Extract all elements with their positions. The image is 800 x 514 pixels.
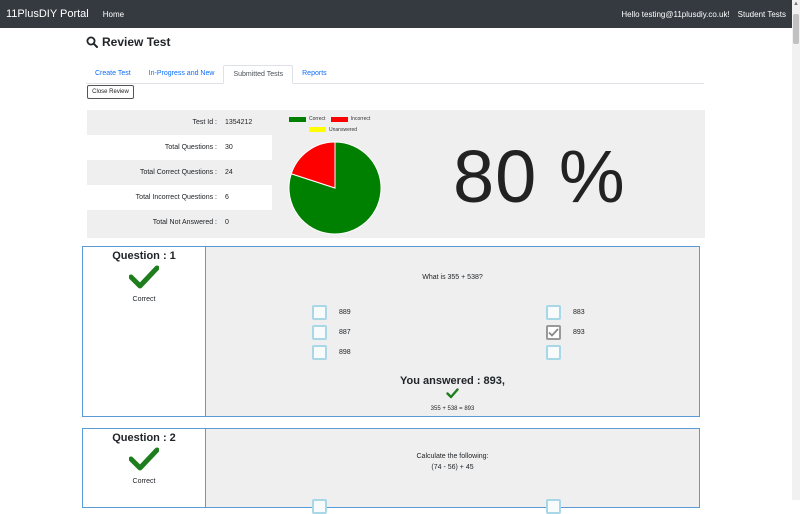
option-893[interactable]: 893 — [546, 325, 585, 340]
legend-swatch — [309, 127, 326, 132]
check-icon — [128, 265, 160, 289]
legend-swatch — [330, 116, 348, 122]
stat-value: 24 — [225, 169, 233, 176]
question-text: Calculate the following: — [416, 453, 489, 460]
tab-create-test[interactable]: Create Test — [86, 65, 140, 84]
question-status: Correct — [132, 296, 156, 303]
legend-swatch — [289, 116, 306, 122]
student-tests-link[interactable]: Student Tests — [738, 10, 786, 19]
question-body: What is 355 + 538? 889 887 898 883 893 Y… — [206, 247, 699, 416]
page-title-text: Review Test — [102, 35, 171, 49]
question-card-1: Question : 1 Correct What is 355 + 538? … — [82, 246, 700, 417]
stat-not-answered: Total Not Answered : 0 — [87, 210, 272, 235]
option-label: 893 — [573, 329, 585, 336]
legend-unanswered[interactable]: Unanswered — [309, 127, 357, 133]
vertical-scrollbar[interactable]: ▲ — [792, 0, 800, 500]
test-summary: Test Id : 1354212 Total Questions : 30 T… — [87, 110, 705, 238]
option-checkbox[interactable] — [546, 305, 561, 320]
score-percent: 80 % — [453, 135, 626, 218]
question-status-panel: Question : 1 Correct — [83, 247, 206, 416]
nav-home-link[interactable]: Home — [103, 10, 124, 19]
question-expression: (74 - 56) + 45 — [431, 464, 474, 471]
legend-label: Unanswered — [329, 126, 358, 133]
tab-in-progress[interactable]: In-Progress and New — [140, 65, 224, 84]
test-tabs: Create Test In-Progress and New Submitte… — [86, 65, 704, 84]
user-greeting-link[interactable]: Hello testing@11plusdiy.co.uk! — [621, 10, 729, 19]
stat-label: Total Correct Questions : — [139, 169, 217, 176]
option-empty[interactable] — [546, 345, 561, 360]
stat-total-questions: Total Questions : 30 — [87, 135, 272, 160]
score-pie-chart — [288, 141, 382, 235]
legend-incorrect[interactable]: Incorrect — [330, 116, 371, 122]
option-883[interactable]: 883 — [546, 305, 585, 320]
brand-link[interactable]: 11PlusDIY Portal — [6, 8, 89, 20]
option-label: 887 — [339, 329, 351, 336]
stat-value: 0 — [225, 219, 229, 226]
tab-submitted-tests[interactable]: Submitted Tests — [223, 65, 294, 84]
page-title: Review Test — [86, 35, 170, 49]
pie-legend: Correct Incorrect Unanswered — [289, 116, 374, 134]
option-label: 898 — [339, 349, 351, 356]
option-checkbox[interactable] — [546, 345, 561, 360]
answer-correct-indicator — [206, 388, 699, 399]
option-checkbox-checked[interactable] — [546, 325, 561, 340]
close-review-button[interactable]: Close Review — [87, 85, 134, 99]
question-status: Correct — [132, 478, 156, 485]
option-label: 889 — [339, 309, 351, 316]
question-text: What is 355 + 538? — [422, 274, 483, 281]
stat-label: Total Incorrect Questions : — [135, 194, 217, 201]
option-label: 883 — [573, 309, 585, 316]
tab-reports[interactable]: Reports — [293, 65, 336, 84]
option-889[interactable]: 889 — [312, 305, 351, 320]
question-title: Question : 1 — [112, 250, 176, 262]
check-icon — [128, 447, 160, 471]
stat-value: 6 — [225, 194, 229, 201]
question-body: Calculate the following: (74 - 56) + 45 — [206, 429, 699, 514]
stat-label: Total Not Answered : — [152, 219, 217, 226]
scroll-up-arrow-icon[interactable]: ▲ — [792, 0, 800, 8]
option-checkbox[interactable] — [312, 345, 327, 360]
check-icon — [446, 388, 459, 399]
option-item[interactable] — [546, 499, 561, 514]
nav-right: Hello testing@11plusdiy.co.uk! Student T… — [621, 10, 786, 19]
your-answer: You answered : 893, — [400, 375, 505, 387]
stat-label: Total Questions : — [164, 144, 217, 151]
question-title: Question : 2 — [112, 432, 176, 444]
top-navbar: 11PlusDIY Portal Home Hello testing@11pl… — [0, 0, 792, 28]
option-checkbox[interactable] — [312, 325, 327, 340]
stat-label: Test Id : — [192, 119, 217, 126]
option-887[interactable]: 887 — [312, 325, 351, 340]
option-checkbox[interactable] — [312, 305, 327, 320]
legend-correct[interactable]: Correct — [289, 116, 325, 122]
option-898[interactable]: 898 — [312, 345, 351, 360]
scroll-thumb[interactable] — [793, 14, 799, 44]
question-card-2: Question : 2 Correct Calculate the follo… — [82, 428, 700, 514]
answer-explanation: 355 + 538 = 893 — [430, 406, 475, 412]
stat-total-incorrect: Total Incorrect Questions : 6 — [87, 185, 272, 210]
option-checkbox[interactable] — [546, 499, 561, 514]
question-status-panel: Question : 2 Correct — [83, 429, 206, 507]
search-icon — [86, 36, 98, 48]
stat-total-correct: Total Correct Questions : 24 — [87, 160, 272, 185]
stat-test-id: Test Id : 1354212 — [87, 110, 272, 135]
legend-label: Correct — [309, 116, 326, 122]
stat-value: 30 — [225, 144, 233, 151]
legend-label: Incorrect — [350, 116, 371, 122]
stat-value: 1354212 — [225, 119, 253, 126]
option-item[interactable] — [312, 499, 327, 514]
option-checkbox[interactable] — [312, 499, 327, 514]
checkmark-icon — [548, 328, 559, 337]
